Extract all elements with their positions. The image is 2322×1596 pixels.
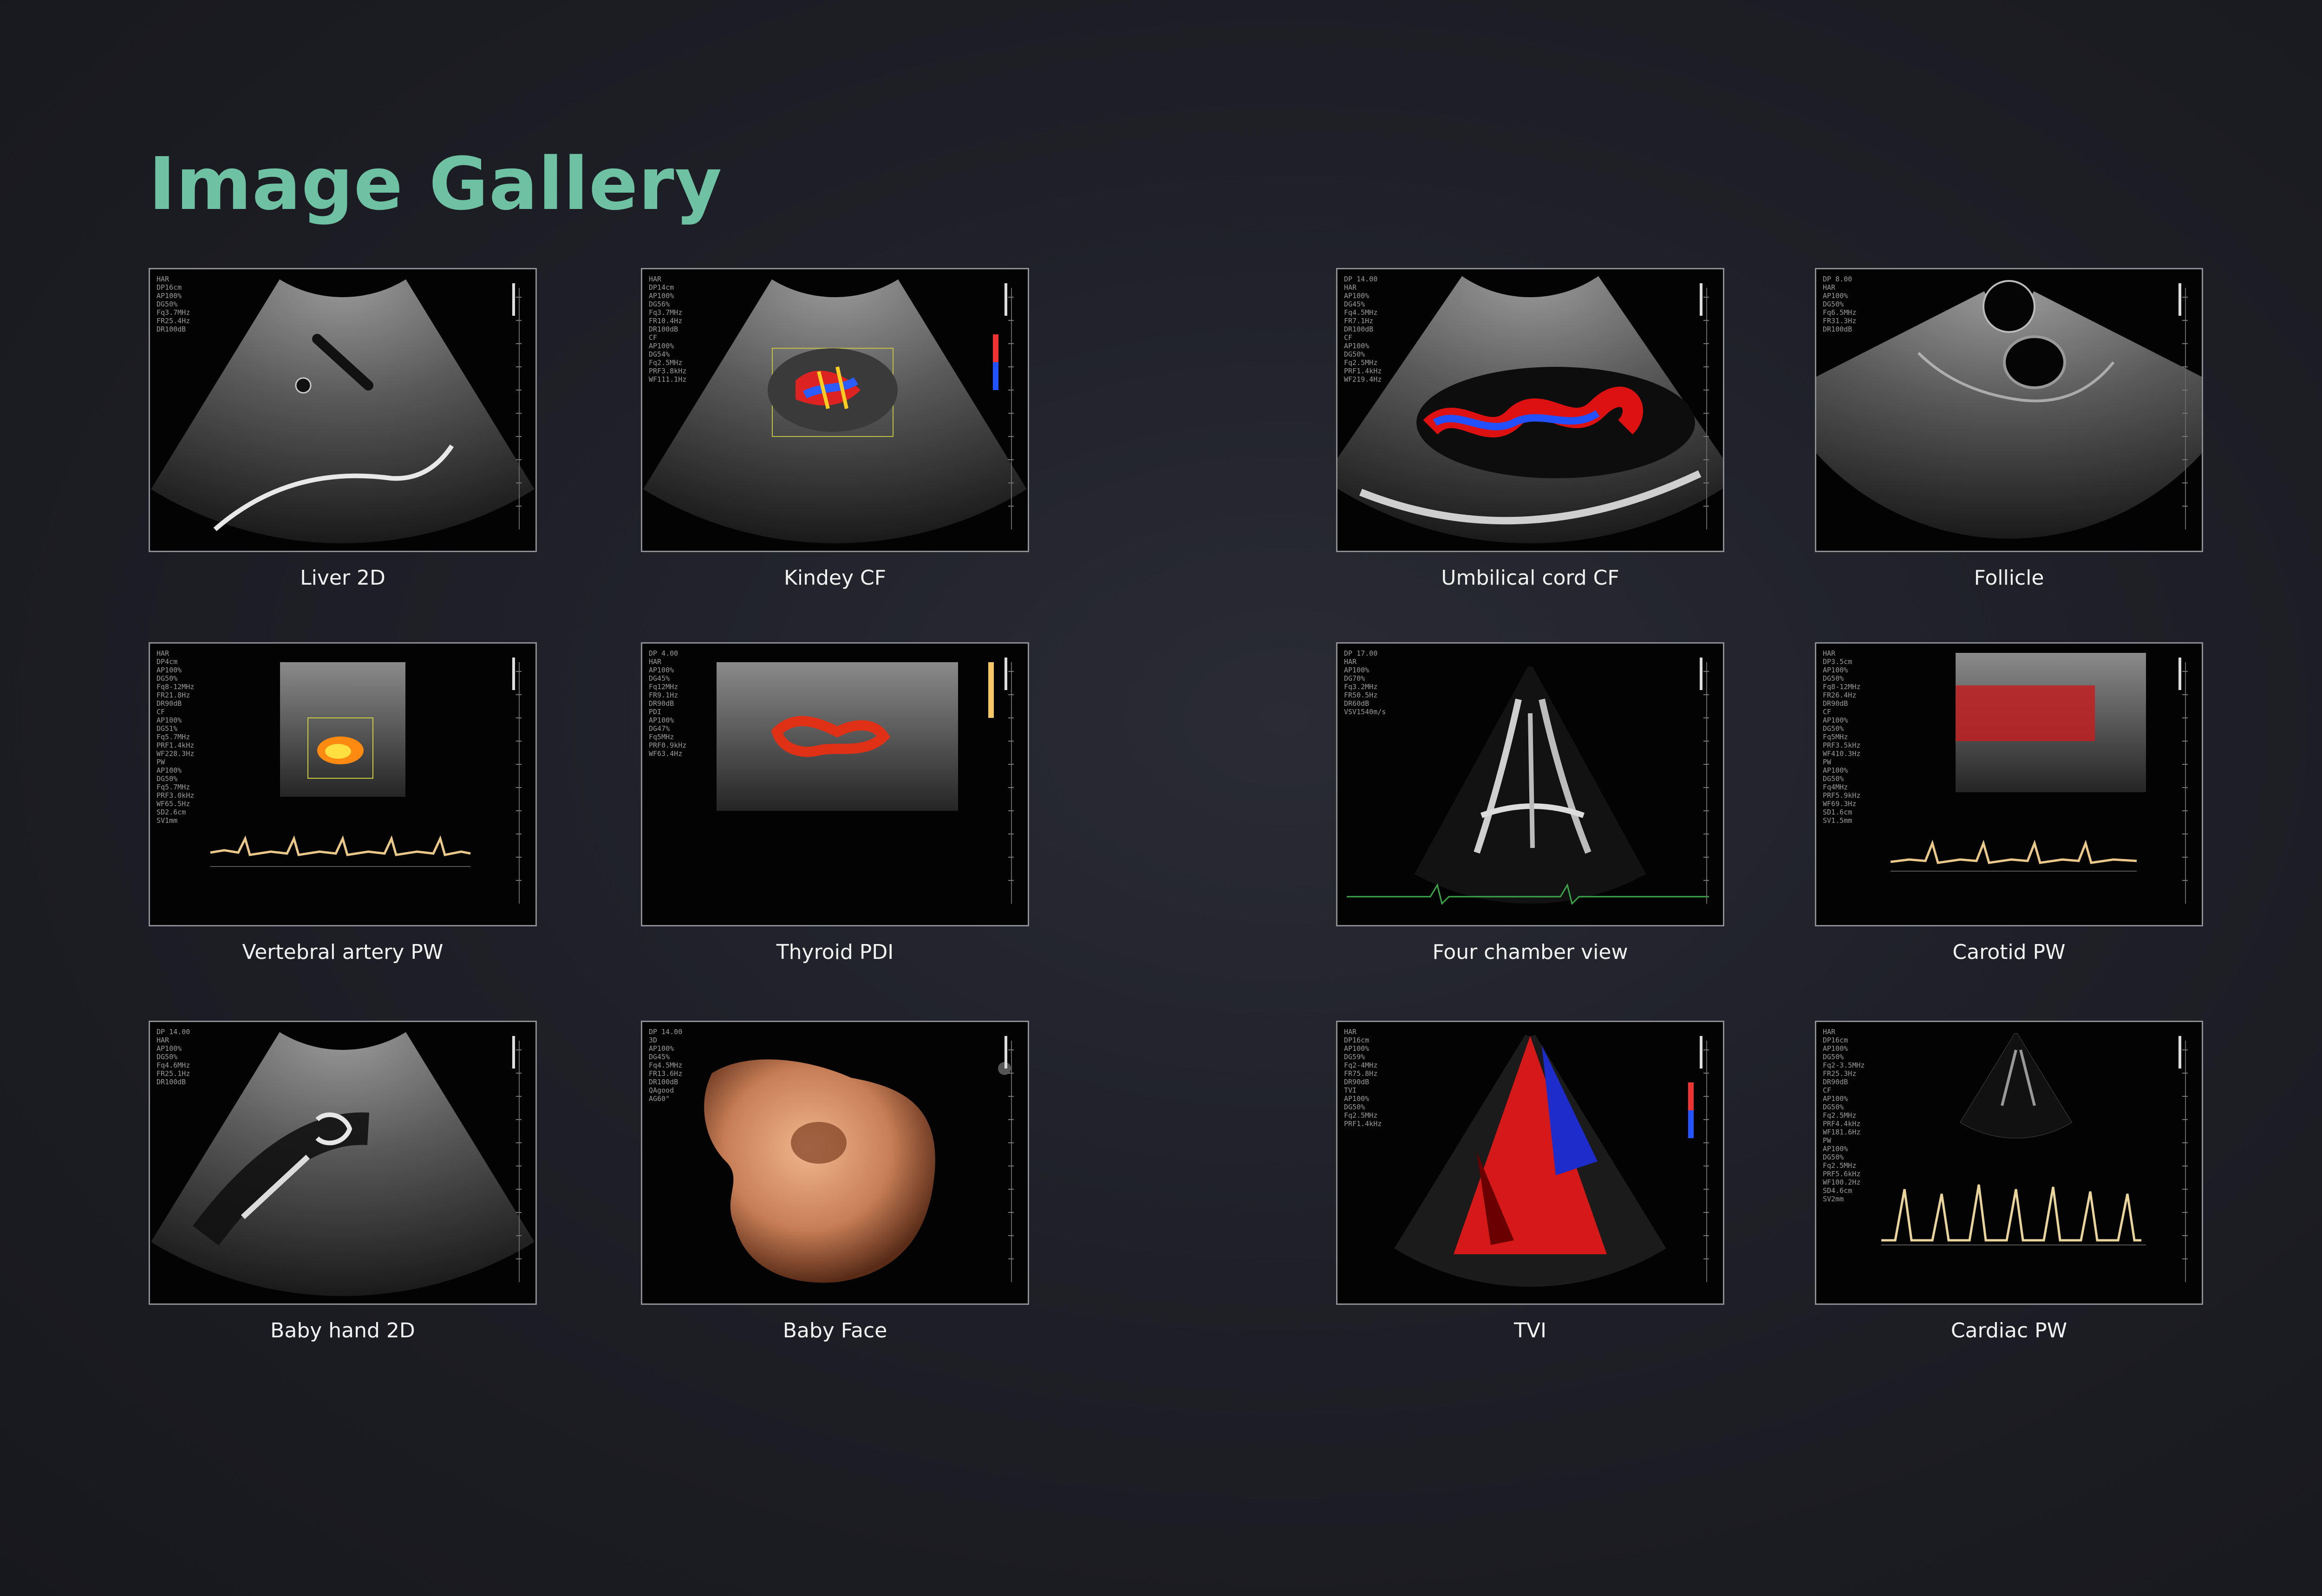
gallery-item-thyroid-pdi[interactable]: DP 4.00 HAR AP100% DG45% Fq12MHz FR9.1Hz…	[641, 642, 1029, 964]
scan-illustration	[704, 1036, 1014, 1283]
scan-illustration	[717, 658, 1014, 904]
image-caption: TVI	[1514, 1319, 1546, 1342]
scan-illustration	[1337, 276, 1723, 543]
image-caption: Cardiac PW	[1950, 1319, 2068, 1342]
gallery-item-follicle[interactable]: DP 8.00 HAR AP100% DG50% Fq6.5MHz FR31.3…	[1815, 268, 2203, 590]
scan-parameters: HAR DP3.5cm AP100% DG50% Fq8-12MHz FR26.…	[1823, 649, 1861, 825]
ultrasound-image: DP 8.00 HAR AP100% DG50% Fq6.5MHz FR31.3…	[1815, 268, 2203, 552]
image-caption: Four chamber view	[1432, 940, 1628, 964]
scan-parameters: HAR DP16cm AP100% DG50% Fq2-3.5MHz FR25.…	[1823, 1028, 1865, 1203]
gallery-item-vertebral-artery-pw[interactable]: HAR DP4cm AP100% DG50% Fq8-12MHz FR21.8H…	[149, 642, 537, 964]
image-caption: Follicle	[1974, 566, 2044, 590]
scan-parameters: DP 14.00 HAR AP100% DG50% Fq4.6MHz FR25.…	[157, 1028, 190, 1086]
image-caption: Umbilical cord CF	[1441, 566, 1619, 590]
gallery-item-baby-face[interactable]: DP 14.00 3D AP100% DG45% Fq4.5MHz FR13.6…	[641, 1021, 1029, 1342]
gallery-item-four-chamber-view[interactable]: DP 17.00 HAR AP100% DG70% Fq3.2MHz FR50.…	[1336, 642, 1724, 964]
scan-parameters: DP 17.00 HAR AP100% DG70% Fq3.2MHz FR50.…	[1344, 649, 1386, 716]
scan-parameters: DP 8.00 HAR AP100% DG50% Fq6.5MHz FR31.3…	[1823, 275, 1857, 333]
scan-parameters: DP 4.00 HAR AP100% DG45% Fq12MHz FR9.1Hz…	[649, 649, 687, 758]
image-caption: Carotid PW	[1952, 940, 2066, 964]
gallery-item-kidney-cf[interactable]: HAR DP14cm AP100% DG56% Fq3.7MHz FR10.4H…	[641, 268, 1029, 590]
gallery-item-tvi[interactable]: HAR DP16cm AP100% DG59% Fq2-4MHz FR75.8H…	[1336, 1021, 1724, 1342]
image-caption: Vertebral artery PW	[242, 940, 444, 964]
scan-parameters: HAR DP16cm AP100% DG59% Fq2-4MHz FR75.8H…	[1344, 1028, 1382, 1128]
ultrasound-image: HAR DP14cm AP100% DG56% Fq3.7MHz FR10.4H…	[641, 268, 1029, 552]
gallery-item-cardiac-pw[interactable]: HAR DP16cm AP100% DG50% Fq2-3.5MHz FR25.…	[1815, 1021, 2203, 1342]
gallery-item-umbilical-cord-cf[interactable]: DP 14.00 HAR AP100% DG45% Fq4.5MHz FR7.1…	[1336, 268, 1724, 590]
page-title: Image Gallery	[149, 142, 723, 226]
gallery-item-liver-2d[interactable]: HAR DP16cm AP100% DG50% Fq3.7MHz FR25.4H…	[149, 268, 537, 590]
image-caption: Baby hand 2D	[270, 1319, 415, 1342]
ultrasound-image: HAR DP3.5cm AP100% DG50% Fq8-12MHz FR26.…	[1815, 642, 2203, 926]
ultrasound-image: DP 14.00 HAR AP100% DG50% Fq4.6MHz FR25.…	[149, 1021, 537, 1305]
ultrasound-image: HAR DP16cm AP100% DG59% Fq2-4MHz FR75.8H…	[1336, 1021, 1724, 1305]
ultrasound-image: HAR DP16cm AP100% DG50% Fq2-3.5MHz FR25.…	[1815, 1021, 2203, 1305]
scan-parameters: HAR DP14cm AP100% DG56% Fq3.7MHz FR10.4H…	[649, 275, 687, 384]
scan-illustration	[643, 279, 1027, 543]
scan-illustration	[1394, 1035, 1709, 1287]
scan-illustration	[1890, 653, 2188, 904]
image-caption: Kindey CF	[783, 566, 887, 590]
gallery-item-baby-hand-2d[interactable]: DP 14.00 HAR AP100% DG50% Fq4.6MHz FR25.…	[149, 1021, 537, 1342]
gallery-item-carotid-pw[interactable]: HAR DP3.5cm AP100% DG50% Fq8-12MHz FR26.…	[1815, 642, 2203, 964]
ultrasound-image: HAR DP16cm AP100% DG50% Fq3.7MHz FR25.4H…	[149, 268, 537, 552]
scan-parameters: DP 14.00 3D AP100% DG45% Fq4.5MHz FR13.6…	[649, 1028, 683, 1103]
ultrasound-image: HAR DP4cm AP100% DG50% Fq8-12MHz FR21.8H…	[149, 642, 537, 926]
gallery-page: Image Gallery HAR DP16cm AP100% DG50% Fq…	[0, 0, 2322, 1596]
image-caption: Liver 2D	[300, 566, 385, 590]
scan-parameters: HAR DP4cm AP100% DG50% Fq8-12MHz FR21.8H…	[157, 649, 195, 825]
scan-illustration	[151, 279, 535, 543]
ultrasound-image: DP 17.00 HAR AP100% DG70% Fq3.2MHz FR50.…	[1336, 642, 1724, 926]
image-caption: Baby Face	[783, 1319, 887, 1342]
scan-illustration	[1816, 280, 2202, 539]
scan-illustration	[1881, 1033, 2188, 1282]
scan-illustration	[210, 658, 522, 904]
ultrasound-image: DP 4.00 HAR AP100% DG45% Fq12MHz FR9.1Hz…	[641, 642, 1029, 926]
scan-illustration	[1347, 658, 1709, 905]
scan-illustration	[151, 1032, 535, 1296]
ultrasound-image: DP 14.00 3D AP100% DG45% Fq4.5MHz FR13.6…	[641, 1021, 1029, 1305]
ultrasound-image: DP 14.00 HAR AP100% DG45% Fq4.5MHz FR7.1…	[1336, 268, 1724, 552]
scan-parameters: DP 14.00 HAR AP100% DG45% Fq4.5MHz FR7.1…	[1344, 275, 1382, 384]
scan-parameters: HAR DP16cm AP100% DG50% Fq3.7MHz FR25.4H…	[157, 275, 190, 333]
image-caption: Thyroid PDI	[776, 940, 894, 964]
